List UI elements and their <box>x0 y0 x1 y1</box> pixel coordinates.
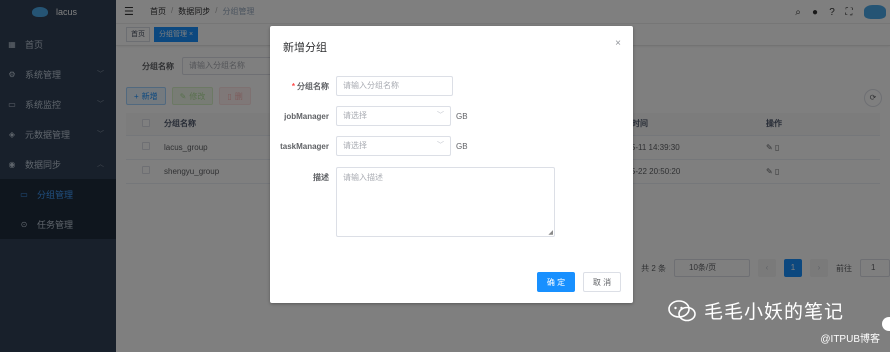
form-row-job-manager: jobManager 请选择 ﹀ GB <box>270 106 468 126</box>
field-label: * 分组名称 <box>270 81 336 92</box>
required-mark: * <box>291 81 295 91</box>
field-label: jobManager <box>284 111 329 121</box>
field-label-text: 分组名称 <box>297 81 329 91</box>
field-label: taskManager <box>280 141 329 151</box>
wechat-icon <box>668 299 696 321</box>
job-manager-select[interactable]: 请选择 ﹀ <box>336 106 451 126</box>
chevron-down-icon: ﹀ <box>437 112 444 119</box>
watermark-text: 毛毛小妖的笔记 <box>704 302 845 323</box>
watermark: 毛毛小妖的笔记 <box>668 297 844 324</box>
dialog-title: 新增分组 <box>283 42 327 54</box>
add-group-dialog: 新增分组 × * 分组名称 请输入分组名称 jobManager 请选择 ﹀ GB… <box>270 26 633 303</box>
resize-handle-icon[interactable]: ◢ <box>548 229 553 236</box>
chevron-down-icon: ﹀ <box>437 142 444 149</box>
form-row-group-name: * 分组名称 请输入分组名称 <box>270 76 453 96</box>
group-name-input[interactable]: 请输入分组名称 <box>336 76 453 96</box>
confirm-button[interactable]: 确 定 <box>537 272 575 292</box>
form-row-description: 描述 请输入描述 ◢ <box>270 167 555 237</box>
field-label: 描述 <box>313 173 329 182</box>
textarea-placeholder: 请输入描述 <box>343 173 383 182</box>
unit-label: GB <box>456 111 468 121</box>
close-icon[interactable]: × <box>615 38 621 49</box>
select-placeholder: 请选择 <box>343 111 367 120</box>
form-row-task-manager: taskManager 请选择 ﹀ GB <box>270 136 468 156</box>
side-handle[interactable] <box>882 317 890 331</box>
task-manager-select[interactable]: 请选择 ﹀ <box>336 136 451 156</box>
unit-label: GB <box>456 141 468 151</box>
cancel-button[interactable]: 取 消 <box>583 272 621 292</box>
select-placeholder: 请选择 <box>343 141 367 150</box>
watermark-source: @ITPUB博客 <box>820 334 880 345</box>
description-textarea[interactable]: 请输入描述 ◢ <box>336 167 555 237</box>
